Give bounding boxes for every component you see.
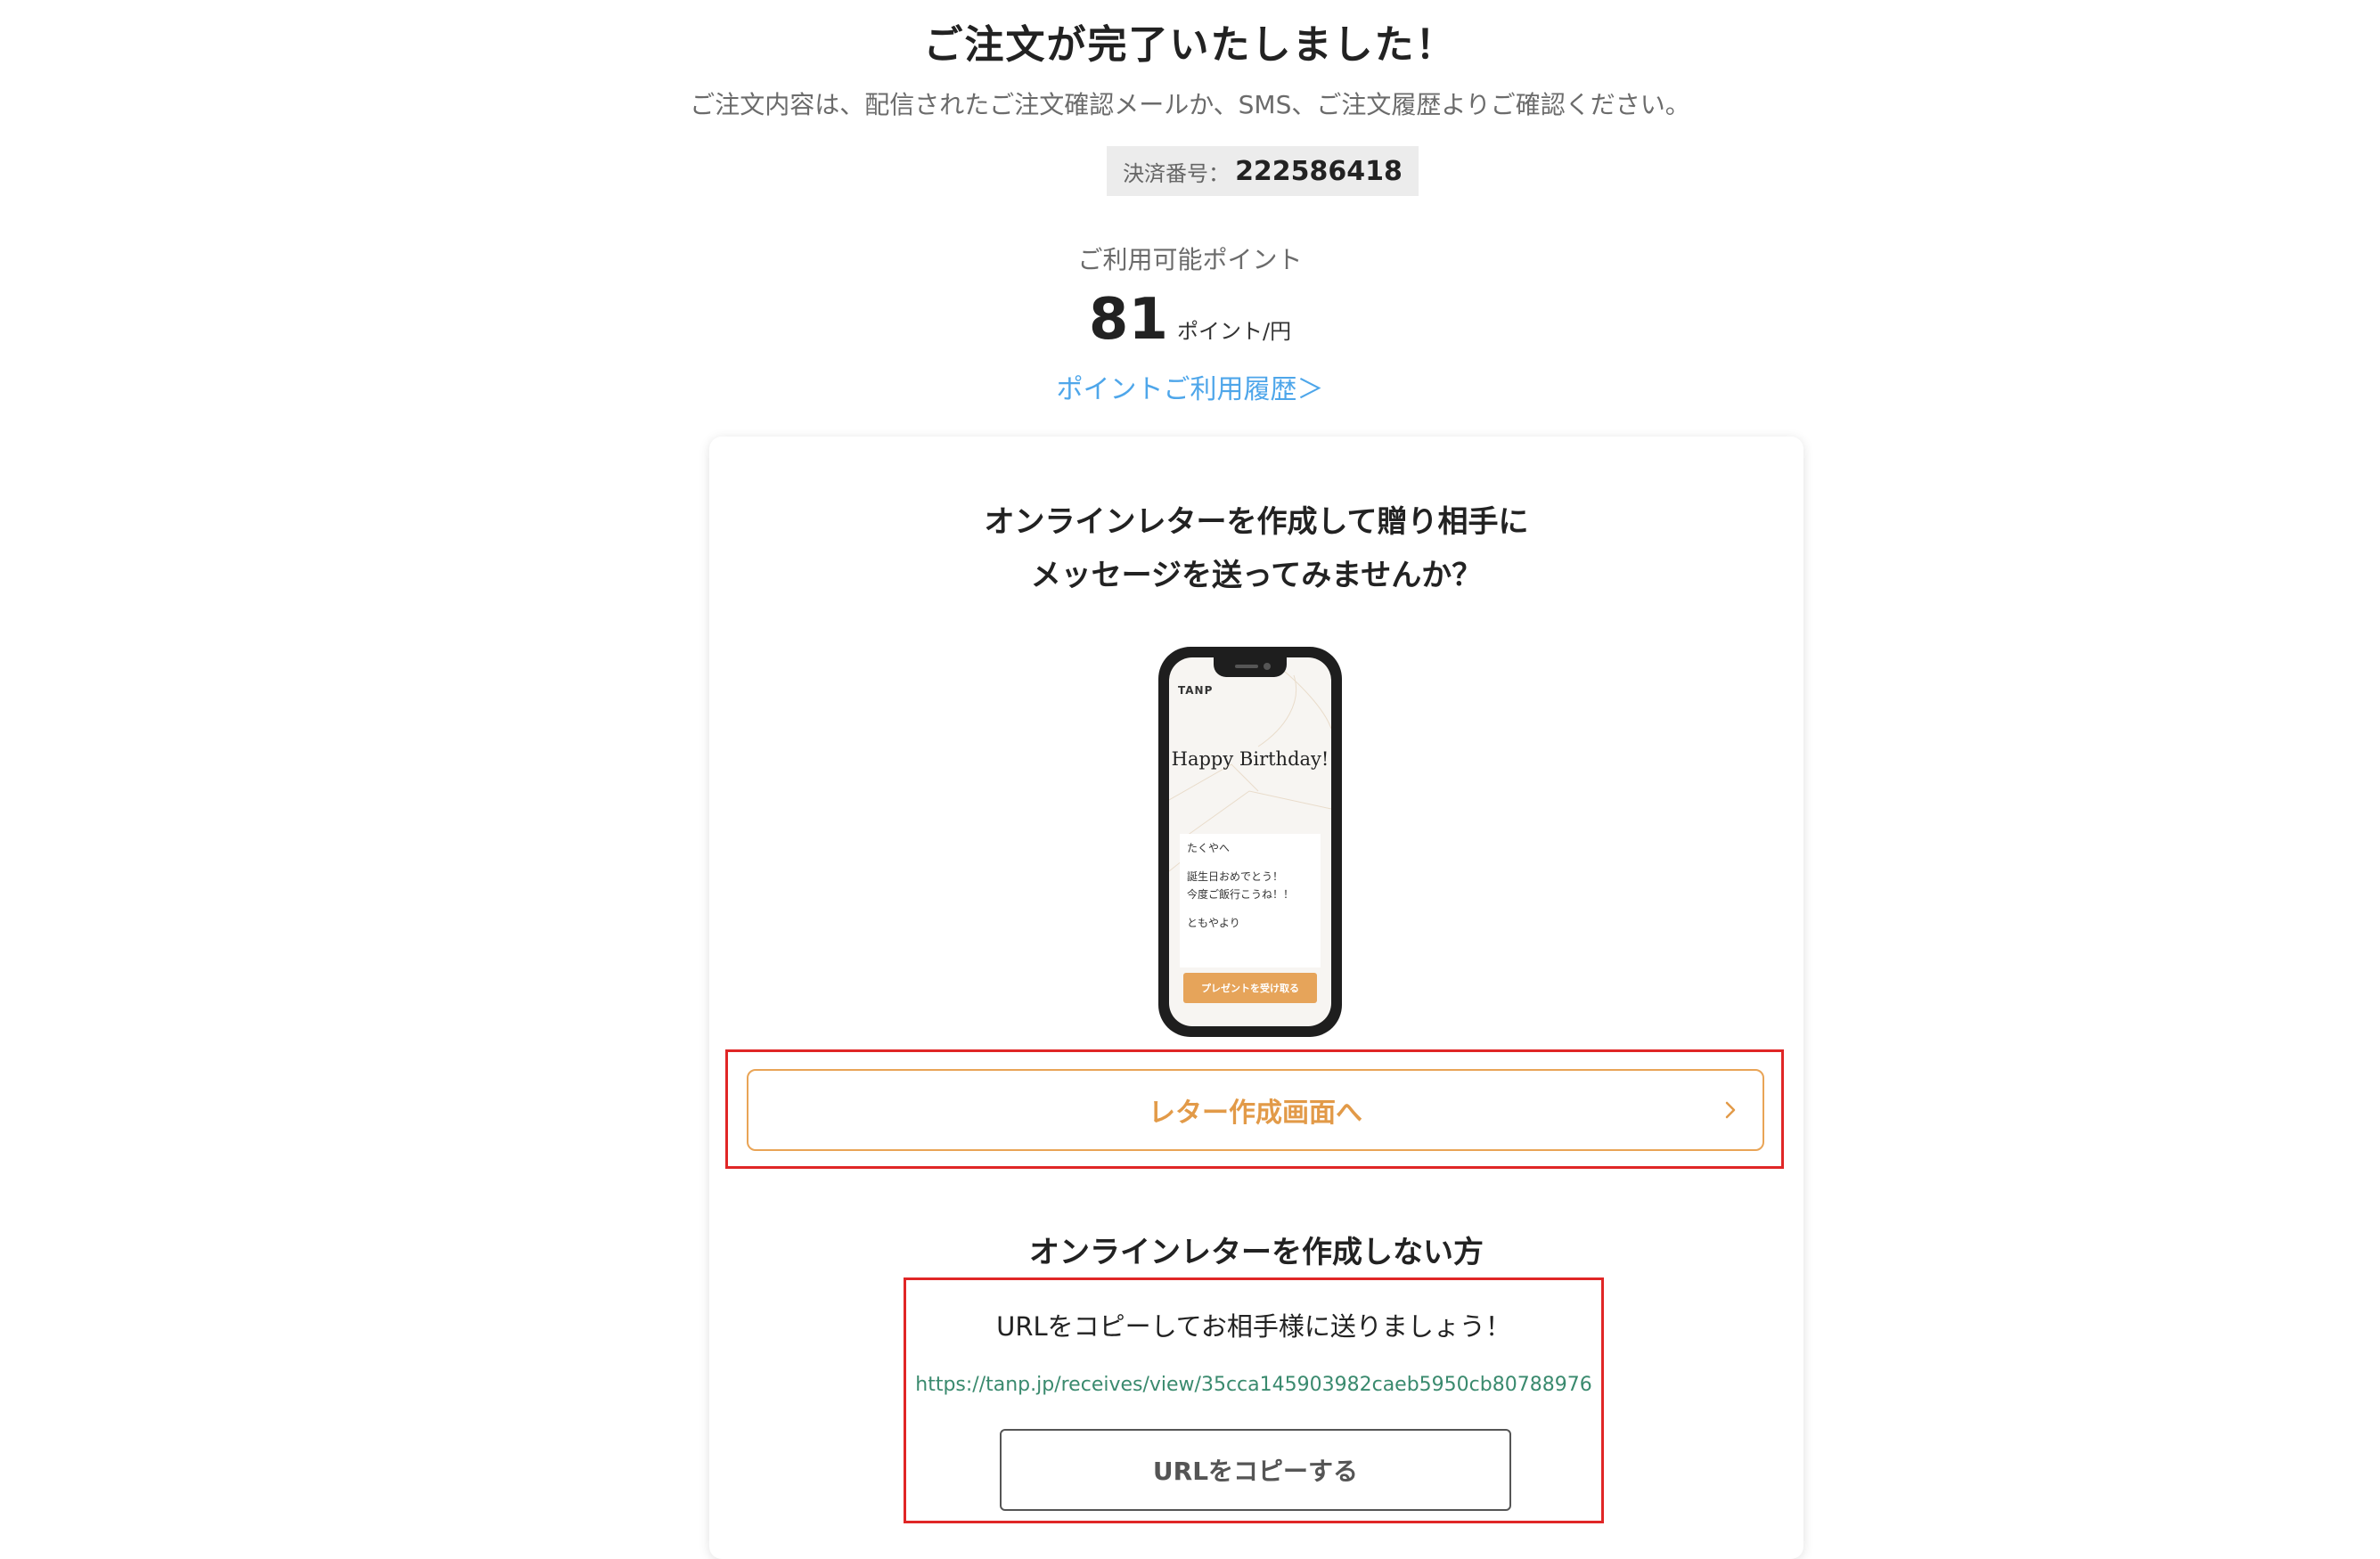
payment-number-label: 決済番号： [1123,160,1231,186]
online-letter-heading-line2: メッセージを送ってみませんか？ [1030,558,1483,593]
available-points-value: 81 [1088,287,1168,353]
gift-url-link[interactable]: https://tanp.jp/receives/view/35cca14590… [904,1374,1604,1396]
available-points-label: ご利用可能ポイント [1077,245,1303,274]
online-letter-heading-line1: オンラインレターを作成して贈り相手に [984,504,1529,540]
phone-speaker [1235,665,1258,668]
create-letter-button-label: レター作成画面へ [1149,1098,1362,1129]
phone-message-to: たくやへ [1187,842,1231,854]
create-letter-button[interactable]: レター作成画面へ [747,1069,1764,1151]
page-title: ご注文が完了いたしました！ [923,22,1457,68]
phone-message-body: 誕生日おめでとう！ 今度ご飯行こうね！！ [1187,868,1313,903]
phone-camera [1264,663,1271,670]
phone-message-line1: 誕生日おめでとう！ [1187,870,1284,883]
available-points-unit: ポイント/円 [1176,319,1292,344]
phone-message-line2: 今度ご飯行こうね！！ [1187,888,1295,901]
phone-message-from: ともやより [1187,917,1240,929]
phone-message-card: たくやへ 誕生日おめでとう！ 今度ご飯行こうね！！ ともやより [1180,834,1321,967]
phone-brand-logo: TANP [1178,684,1214,697]
no-letter-heading: オンラインレターを作成しない方 [1029,1235,1484,1270]
phone-notch [1214,657,1287,677]
online-letter-heading: オンラインレターを作成して贈り相手に メッセージを送ってみませんか？ [709,495,1803,602]
available-points: 81 ポイント/円 [0,287,2380,353]
points-history-link[interactable]: ポイントご利用履歴＞ [0,367,2380,406]
chevron-right-icon [1725,1101,1736,1119]
phone-greeting: Happy Birthday! [1171,748,1329,770]
phone-mockup-image: TANP Happy Birthday! たくやへ 誕生日おめでとう！ 今度ご飯… [1158,647,1342,1037]
page-subtitle: ご注文内容は、配信されたご注文確認メールか、SMS、ご注文履歴よりご確認ください… [690,90,1690,119]
copy-url-button[interactable]: URLをコピーする [1000,1429,1511,1511]
url-copy-prompt: URLをコピーしてお相手様に送りましょう！ [996,1311,1511,1342]
payment-number-value: 222586418 [1235,155,1403,187]
phone-screen: TANP Happy Birthday! たくやへ 誕生日おめでとう！ 今度ご飯… [1169,657,1331,1026]
payment-number-box: 決済番号： 222586418 [1107,146,1419,196]
online-letter-card: オンラインレターを作成して贈り相手に メッセージを送ってみませんか？ TANP … [709,437,1803,1559]
phone-receive-button: プレゼントを受け取る [1183,973,1317,1003]
